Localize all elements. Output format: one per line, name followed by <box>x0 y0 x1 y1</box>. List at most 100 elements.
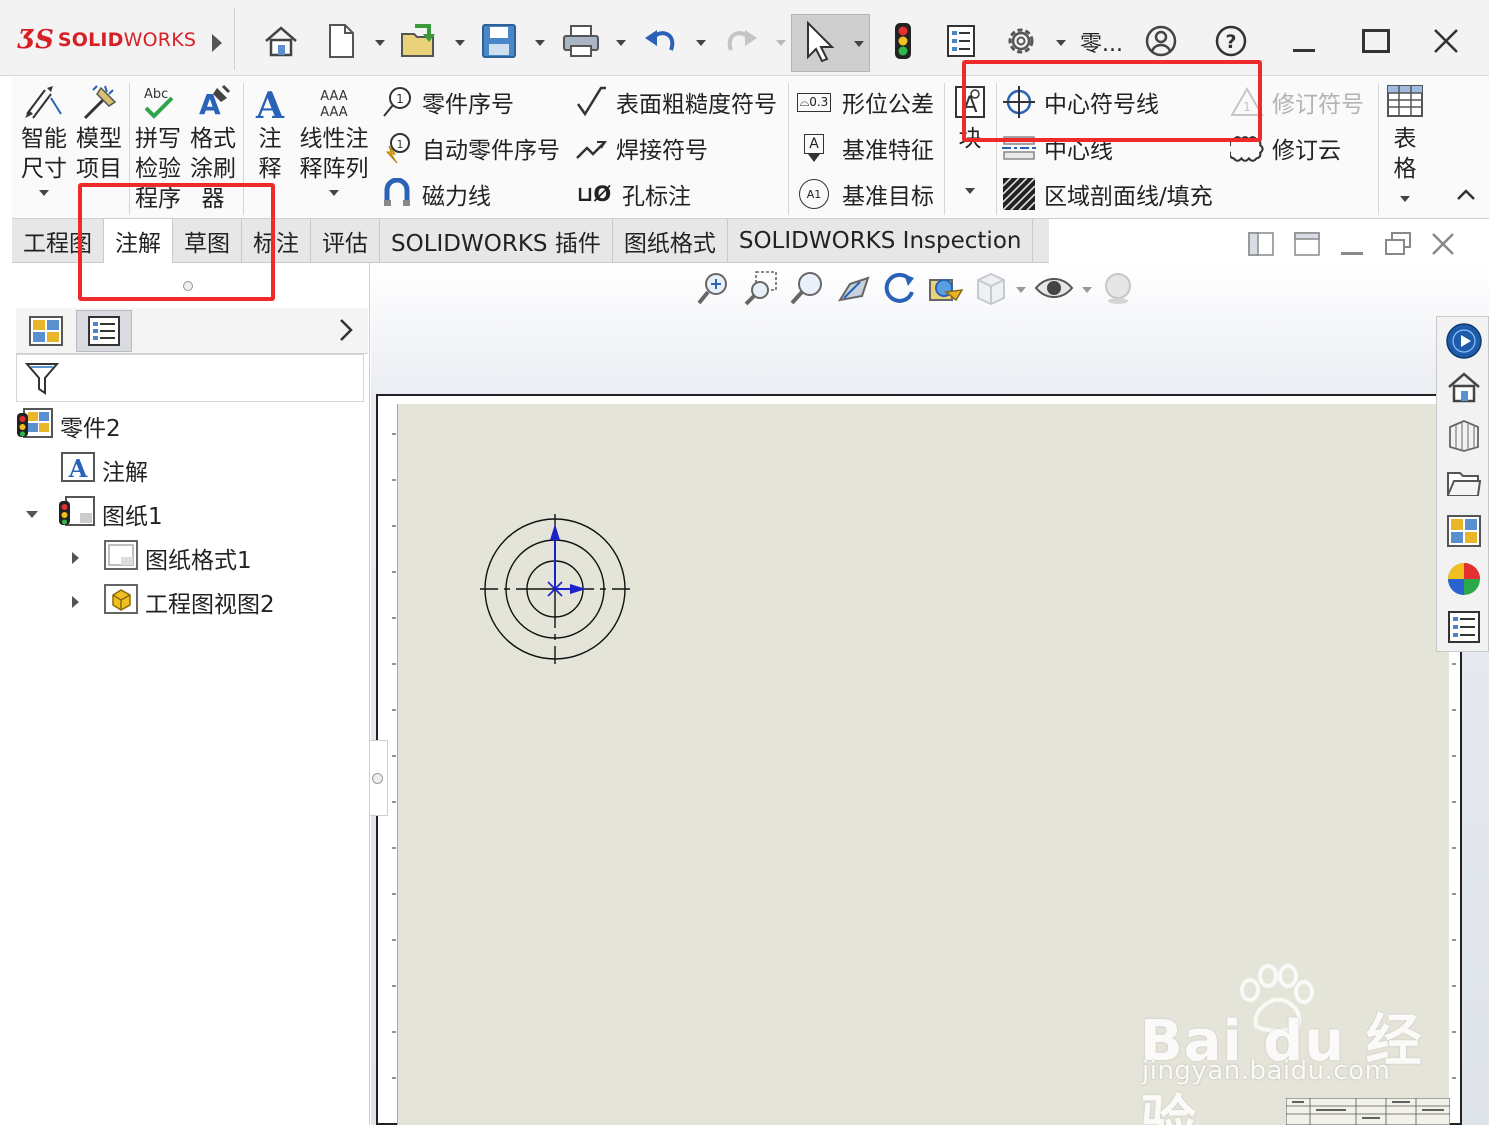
print-icon[interactable] <box>560 20 602 62</box>
datum-feature-button[interactable]: A 基准特征 <box>794 128 934 168</box>
save-dropdown-chevron-icon[interactable] <box>535 40 545 46</box>
redo-dropdown-chevron-icon[interactable] <box>776 40 786 46</box>
expand-chevron-right-icon[interactable] <box>72 596 79 608</box>
datum-target-button[interactable]: A1 基准目标 <box>794 174 934 214</box>
redo-icon[interactable] <box>720 20 762 62</box>
tree-item-drawing-view[interactable]: 工程图视图2 <box>72 582 275 622</box>
spell-checker-button[interactable]: Abc 拼写 检验 程序 <box>133 84 183 214</box>
home-icon[interactable] <box>260 20 302 62</box>
tab-solidworks-addins[interactable]: SOLIDWORKS 插件 <box>380 219 613 263</box>
undo-icon[interactable] <box>640 20 682 62</box>
doc-minimize-button[interactable] <box>1341 252 1363 255</box>
hole-callout-button[interactable]: ⊔Ø 孔标注 <box>574 174 777 214</box>
minimize-window-button[interactable] <box>1284 18 1324 64</box>
doc-restore-button[interactable] <box>1384 232 1412 260</box>
magnetic-line-button[interactable]: 磁力线 <box>380 174 560 214</box>
centerline-button[interactable]: 中心线 <box>1002 128 1213 168</box>
file-explorer-icon[interactable] <box>1443 462 1485 504</box>
drawing-view-circles[interactable] <box>476 512 636 672</box>
filter-funnel-icon[interactable] <box>24 361 60 401</box>
options-dropdown-chevron-icon[interactable] <box>1056 40 1066 46</box>
tables-dropdown-chevron-icon[interactable] <box>1400 196 1410 202</box>
tree-item-part[interactable]: 零件2 <box>16 406 121 446</box>
tile-right-icon[interactable] <box>1294 232 1320 260</box>
panel-drag-handle-icon[interactable] <box>183 281 193 291</box>
tab-sketch[interactable]: 草图 <box>173 219 242 263</box>
tab-sheet-format[interactable]: 图纸格式 <box>613 219 728 263</box>
appearance-scene-icon[interactable] <box>1100 270 1136 310</box>
tab-markup[interactable]: 标注 <box>242 219 311 263</box>
appearances-scenes-icon[interactable] <box>1443 558 1485 600</box>
user-account-icon[interactable] <box>1140 20 1182 62</box>
menu-expand-arrow-icon[interactable] <box>212 34 222 52</box>
rebuild-traffic-light-icon[interactable] <box>882 20 924 62</box>
new-dropdown-chevron-icon[interactable] <box>375 40 385 46</box>
tables-button[interactable]: 表 格 <box>1384 84 1426 202</box>
view-palette-icon[interactable] <box>1443 510 1485 552</box>
panel-splitter-handle[interactable] <box>370 740 388 816</box>
zoom-to-fit-icon[interactable] <box>696 270 734 310</box>
linear-note-pattern-button[interactable]: AAA AAA 线性注 释阵列 <box>298 84 370 196</box>
rotate-view-icon[interactable] <box>880 270 918 310</box>
print-dropdown-chevron-icon[interactable] <box>616 40 626 46</box>
undo-dropdown-chevron-icon[interactable] <box>696 40 706 46</box>
display-style-icon[interactable] <box>974 270 1008 310</box>
hide-show-dropdown-chevron-icon[interactable] <box>1082 287 1092 293</box>
file-properties-icon[interactable] <box>940 20 982 62</box>
custom-properties-icon[interactable] <box>1443 606 1485 648</box>
zoom-in-out-icon[interactable] <box>788 270 826 310</box>
note-button[interactable]: A 注 释 <box>248 84 292 184</box>
tab-drawing[interactable]: 工程图 <box>12 219 104 263</box>
revision-symbol-button[interactable]: 1 修订符号 <box>1230 82 1364 122</box>
weld-symbol-button[interactable]: 焊接符号 <box>574 128 777 168</box>
collapse-ribbon-chevron-up-icon[interactable] <box>1456 186 1476 205</box>
pan-icon[interactable] <box>834 270 872 310</box>
maximize-window-button[interactable] <box>1356 18 1396 64</box>
close-window-button[interactable] <box>1426 18 1466 64</box>
center-mark-button[interactable]: 中心符号线 <box>1002 82 1213 122</box>
zoom-to-area-icon[interactable] <box>742 270 780 310</box>
tab-evaluate[interactable]: 评估 <box>311 219 380 263</box>
tile-left-icon[interactable] <box>1248 232 1274 260</box>
select-dropdown-chevron-icon[interactable] <box>854 41 864 47</box>
propertymanager-tab-icon[interactable] <box>76 310 132 352</box>
tab-solidworks-inspection[interactable]: SOLIDWORKS Inspection <box>728 219 1034 263</box>
auto-balloon-button[interactable]: 1 自动零件序号 <box>380 128 560 168</box>
linear-note-pattern-dropdown-chevron-icon[interactable] <box>329 190 339 196</box>
hide-show-items-icon[interactable] <box>1034 270 1074 310</box>
area-hatch-button[interactable]: 区域剖面线/填充 <box>1002 174 1213 214</box>
solidworks-resources-icon[interactable] <box>1443 320 1485 362</box>
help-icon[interactable]: ? <box>1210 20 1252 62</box>
select-tool-button[interactable] <box>791 14 870 72</box>
display-style-dropdown-chevron-icon[interactable] <box>1016 287 1026 293</box>
new-document-icon[interactable] <box>320 20 362 62</box>
featuremanager-tab-icon[interactable] <box>18 310 74 352</box>
block-button[interactable]: A 块 <box>952 84 988 194</box>
balloon-button[interactable]: 1 零件序号 <box>380 82 560 122</box>
geometric-tolerance-button[interactable]: ⌓0.3 形位公差 <box>794 82 934 122</box>
block-dropdown-chevron-icon[interactable] <box>965 188 975 194</box>
surface-finish-button[interactable]: 表面粗糙度符号 <box>574 82 777 122</box>
task-pane-home-icon[interactable] <box>1443 366 1485 408</box>
open-dropdown-chevron-icon[interactable] <box>455 40 465 46</box>
expand-chevron-down-icon[interactable] <box>26 510 38 518</box>
smart-dimension-button[interactable]: 智能 尺寸 <box>20 84 68 196</box>
tree-item-annotations[interactable]: A 注解 <box>60 450 148 490</box>
options-gear-icon[interactable] <box>1000 20 1042 62</box>
tree-item-sheet[interactable]: 图纸1 <box>26 494 163 534</box>
tree-filter-bar[interactable] <box>16 354 364 402</box>
design-library-icon[interactable] <box>1443 414 1485 456</box>
doc-close-button[interactable] <box>1431 232 1455 260</box>
expand-chevron-right-icon[interactable] <box>72 552 79 564</box>
save-icon[interactable] <box>478 20 520 62</box>
tree-item-sheet-format[interactable]: 图纸格式1 <box>72 538 252 578</box>
previous-view-icon[interactable] <box>926 270 966 310</box>
revision-cloud-button[interactable]: 修订云 <box>1230 128 1364 168</box>
open-icon[interactable] <box>398 20 440 62</box>
tab-annotation[interactable]: 注解 <box>104 219 173 263</box>
model-items-button[interactable]: 模型 项目 <box>74 84 124 184</box>
format-painter-button[interactable]: A 格式 涂刷 器 <box>188 84 238 214</box>
smart-dimension-dropdown-chevron-icon[interactable] <box>39 190 49 196</box>
panel-expand-chevron-right-icon[interactable] <box>338 318 354 346</box>
solidworks-logo[interactable]: ƷS SOLIDWORKS <box>18 20 196 60</box>
